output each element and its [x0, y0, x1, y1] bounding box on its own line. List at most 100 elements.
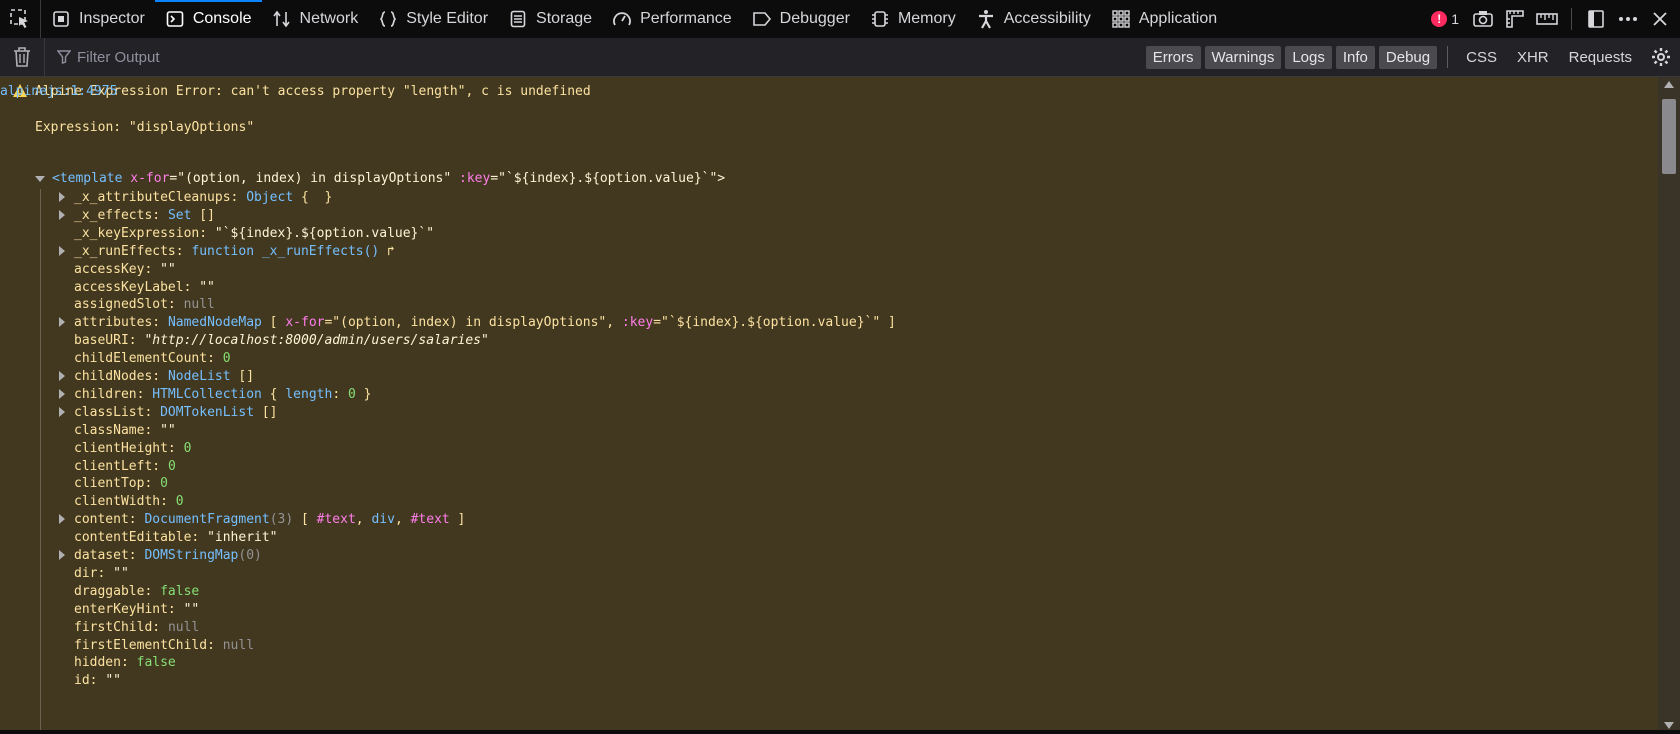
measure-button[interactable]	[1531, 0, 1563, 38]
source-link[interactable]: alpinejs:1:4975	[0, 82, 1644, 101]
toolbar-divider	[1571, 8, 1572, 30]
property-row: firstChild: null	[74, 618, 199, 637]
tab-performance[interactable]: Performance	[602, 0, 742, 38]
tab-inspector[interactable]: Inspector	[41, 0, 155, 38]
tab-console[interactable]: Console	[154, 0, 262, 38]
filter-css-button[interactable]: CSS	[1456, 49, 1507, 66]
property-value: "`${index}.${option.value}`"	[214, 225, 435, 241]
property-row[interactable]: content: DocumentFragment(3) [ #text, di…	[74, 510, 465, 529]
picker-icon	[10, 9, 28, 28]
error-count-button[interactable]: ! 1	[1423, 11, 1467, 27]
filter-divider	[1447, 46, 1449, 68]
filter-errors-button[interactable]: Errors	[1145, 45, 1201, 69]
property-key: className	[74, 422, 145, 438]
property-row[interactable]: _x_attributeCleanups: Object { }	[74, 188, 332, 207]
expand-twisty[interactable]	[59, 388, 65, 399]
key-separator: :	[144, 404, 161, 420]
tab-label: Accessibility	[1003, 10, 1091, 27]
property-value: length	[285, 386, 333, 402]
property-value: NamedNodeMap	[167, 315, 262, 331]
property-row: clientWidth: 0	[74, 492, 184, 511]
console-settings-button[interactable]	[1642, 38, 1680, 76]
key-separator: :	[144, 476, 161, 492]
filter-logs-button[interactable]: Logs	[1285, 45, 1332, 69]
expand-twisty[interactable]	[59, 371, 65, 381]
dock-button[interactable]	[1580, 0, 1612, 38]
filter-requests-button[interactable]: Requests	[1559, 49, 1642, 66]
property-row[interactable]: children: HTMLCollection { length: 0 }	[74, 385, 371, 404]
property-row: enterKeyHint: ""	[74, 600, 199, 619]
expand-twisty[interactable]	[59, 317, 65, 328]
tab-label: Storage	[536, 10, 593, 27]
key-separator: :	[191, 530, 208, 546]
more-options-button[interactable]	[1612, 0, 1644, 38]
key-separator: :	[167, 297, 184, 313]
element-picker-button[interactable]	[0, 0, 41, 38]
template-node-line[interactable]: <template x-for="(option, index) in disp…	[52, 169, 725, 188]
property-key: clientLeft	[74, 458, 153, 474]
tab-application[interactable]: Application	[1101, 0, 1227, 38]
expand-twisty[interactable]	[59, 550, 65, 560]
property-row[interactable]: childNodes: NodeList []	[74, 367, 254, 386]
filter-warnings-button[interactable]: Warnings	[1204, 45, 1282, 69]
property-row[interactable]: dataset: DOMStringMap(0)	[74, 546, 262, 565]
tab-debugger[interactable]: Debugger	[742, 0, 860, 38]
property-row: assignedSlot: null	[74, 295, 215, 314]
expand-twisty[interactable]	[59, 514, 65, 525]
scroll-down-arrow-icon[interactable]	[1664, 722, 1674, 729]
expand-twisty[interactable]	[59, 209, 65, 220]
camera-icon	[1473, 11, 1493, 27]
console-filter-bar: Filter Output Errors Warnings Logs Info Debu…	[0, 38, 1680, 77]
property-value: function _x_runEffects()	[191, 243, 380, 259]
property-value: HTMLCollection	[152, 386, 262, 402]
key-separator: :	[207, 351, 223, 367]
clear-console-button[interactable]	[0, 38, 45, 76]
filter-info-button[interactable]: Info	[1335, 45, 1375, 69]
template-attr-key: :key	[459, 171, 491, 186]
tab-style-editor[interactable]: Style Editor	[368, 0, 498, 38]
tab-accessibility[interactable]: Accessibility	[966, 0, 1101, 38]
close-devtools-button[interactable]	[1644, 0, 1676, 38]
key-separator: :	[152, 207, 168, 223]
expand-twisty[interactable]	[59, 192, 65, 202]
console-scrollbar[interactable]	[1658, 77, 1680, 734]
filter-output-input[interactable]: Filter Output	[45, 49, 1146, 66]
property-key: classList	[74, 404, 145, 420]
tab-storage[interactable]: Storage	[498, 0, 602, 38]
property-key: _x_effects	[74, 207, 153, 223]
property-row[interactable]: classList: DOMTokenList []	[74, 403, 278, 422]
property-value: :key	[621, 315, 654, 331]
property-row[interactable]: attributes: NamedNodeMap [ x-for="(optio…	[74, 313, 896, 332]
property-value: []	[254, 404, 278, 420]
property-row[interactable]: _x_effects: Set []	[74, 206, 215, 225]
tab-memory[interactable]: Memory	[860, 0, 966, 38]
tree-guide-line	[40, 189, 41, 734]
property-value: ="(option, index) in displayOptions",	[324, 315, 622, 331]
expand-twisty[interactable]	[59, 406, 65, 417]
property-key: contentEditable	[74, 530, 192, 546]
filter-xhr-button[interactable]: XHR	[1507, 49, 1559, 66]
scroll-up-arrow-icon[interactable]	[1664, 81, 1674, 88]
network-icon	[272, 9, 292, 29]
key-separator: :	[152, 458, 168, 474]
funnel-icon	[57, 50, 71, 64]
tab-label: Console	[192, 10, 252, 27]
screenshot-button[interactable]	[1467, 0, 1499, 38]
collapse-twisty[interactable]	[35, 176, 45, 182]
template-attr-xfor: x-for	[130, 171, 170, 186]
tab-network[interactable]: Network	[262, 0, 369, 38]
property-row: contentEditable: "inherit"	[74, 528, 278, 547]
property-value: ]	[449, 512, 466, 528]
scroll-thumb[interactable]	[1662, 99, 1676, 174]
filter-debug-button[interactable]: Debug	[1378, 45, 1438, 69]
property-value: :	[332, 386, 348, 402]
property-value: ""	[199, 279, 215, 295]
property-row[interactable]: _x_runEffects: function _x_runEffects() …	[74, 242, 395, 261]
property-value: ""	[113, 565, 129, 581]
rulers-button[interactable]	[1499, 0, 1531, 38]
property-value: ""	[105, 673, 121, 689]
memory-icon	[870, 9, 890, 29]
property-key: baseURI	[74, 333, 129, 349]
expand-twisty[interactable]	[59, 245, 65, 256]
property-key: accessKey	[74, 261, 145, 277]
